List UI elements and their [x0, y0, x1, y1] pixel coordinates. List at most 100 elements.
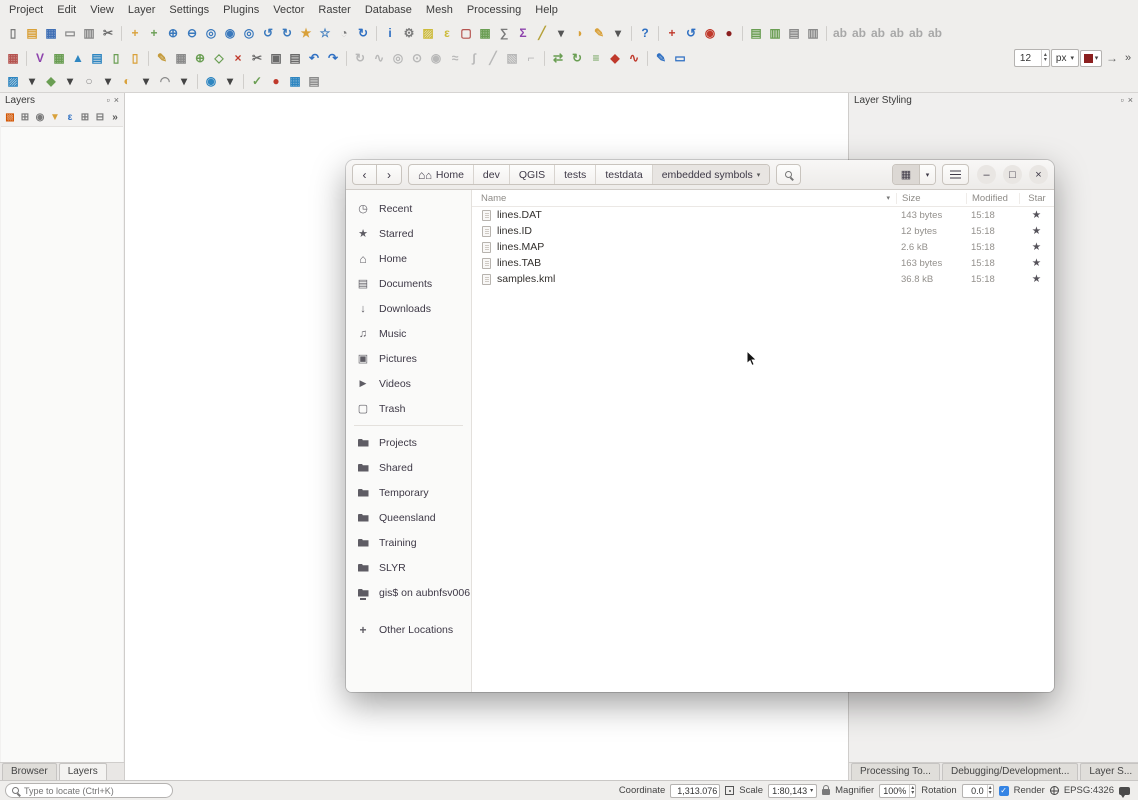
- redo-icon[interactable]: ↷: [324, 49, 342, 67]
- sidebar-item-recent[interactable]: Recent: [346, 196, 471, 221]
- zoom-out-icon[interactable]: ⊖: [183, 24, 201, 42]
- breadcrumb-qgis[interactable]: QGIS: [510, 165, 555, 184]
- close-panel-icon[interactable]: ×: [114, 96, 119, 105]
- fill-ring-icon[interactable]: ◉: [427, 49, 445, 67]
- column-modified[interactable]: Modified: [966, 193, 1019, 204]
- deselect-all-icon[interactable]: ▢: [457, 24, 475, 42]
- chevron-down-icon[interactable]: ▾: [23, 72, 41, 90]
- expand-all-icon[interactable]: ⊞: [78, 110, 92, 124]
- sidebar-item-documents[interactable]: Documents: [346, 271, 471, 296]
- stepper-arrows[interactable]: ▴ ▾: [909, 785, 915, 797]
- cut-features-icon[interactable]: ✂: [248, 49, 266, 67]
- rotate-point-symbols-icon[interactable]: ↻: [568, 49, 586, 67]
- breadcrumb-home[interactable]: ⌂ Home: [409, 165, 474, 184]
- crs-icon[interactable]: [1050, 786, 1059, 795]
- menu-button[interactable]: [942, 164, 969, 185]
- menu-help[interactable]: Help: [528, 2, 565, 18]
- paste-features-icon[interactable]: ▤: [286, 49, 304, 67]
- minimize-button[interactable]: –: [977, 165, 996, 184]
- table-row[interactable]: lines.TAB 163 bytes 15:18 ★: [472, 255, 1054, 271]
- table-row[interactable]: samples.kml 36.8 kB 15:18 ★: [472, 271, 1054, 287]
- sidebar-item-training[interactable]: Training: [346, 530, 471, 555]
- magnifier-spinbox[interactable]: 100% ▴ ▾: [879, 784, 916, 798]
- trim-extend-icon[interactable]: ⌐: [522, 49, 540, 67]
- menu-view[interactable]: View: [83, 2, 121, 18]
- overflow-icon[interactable]: »: [108, 110, 122, 124]
- simplify-feature-icon[interactable]: ∿: [370, 49, 388, 67]
- spin-down-icon[interactable]: ▾: [989, 791, 992, 796]
- star-icon[interactable]: ★: [1019, 225, 1054, 237]
- layers-tree[interactable]: [1, 126, 123, 762]
- crs-status-button[interactable]: EPSG:4326: [1064, 785, 1114, 796]
- new-bookmark-icon[interactable]: ★: [297, 24, 315, 42]
- spin-down-icon[interactable]: ▾: [1044, 58, 1047, 63]
- sidebar-item-home[interactable]: Home: [346, 246, 471, 271]
- menu-mesh[interactable]: Mesh: [419, 2, 460, 18]
- sidebar-item-starred[interactable]: Starred: [346, 221, 471, 246]
- save-edits-icon[interactable]: ▦: [172, 49, 190, 67]
- sidebar-item-shared[interactable]: Shared: [346, 455, 471, 480]
- rotation-spinbox[interactable]: 0.0 ▴ ▾: [962, 784, 994, 798]
- add-ring-icon[interactable]: ◎: [389, 49, 407, 67]
- sidebar-item-downloads[interactable]: Downloads: [346, 296, 471, 321]
- add-raster-layer-icon[interactable]: ▦: [50, 49, 68, 67]
- highlight-labels-icon[interactable]: ab: [869, 24, 887, 42]
- new-geopackage-icon[interactable]: ▯: [107, 49, 125, 67]
- zoom-next-icon[interactable]: ↻: [278, 24, 296, 42]
- measure-line-icon[interactable]: ╱: [533, 24, 551, 42]
- new-project-icon[interactable]: ▯: [4, 24, 22, 42]
- form-annotation-icon[interactable]: ▭: [671, 49, 689, 67]
- sidebar-item-queensland[interactable]: Queensland: [346, 505, 471, 530]
- chevron-down-icon[interactable]: ▾: [137, 72, 155, 90]
- sidebar-item-projects[interactable]: Projects: [346, 430, 471, 455]
- select-features-icon[interactable]: ▨: [419, 24, 437, 42]
- star-icon[interactable]: ★: [1019, 209, 1054, 221]
- copy-features-icon[interactable]: ▣: [267, 49, 285, 67]
- font-size-stepper[interactable]: 12 ▴ ▾: [1014, 49, 1050, 67]
- move-feature-icon[interactable]: ⇄: [549, 49, 567, 67]
- profile-tool-icon[interactable]: ◉: [701, 24, 719, 42]
- dock-tab[interactable]: Browser: [2, 763, 57, 780]
- star-icon[interactable]: ★: [1019, 257, 1054, 269]
- chevron-down-icon[interactable]: ▾: [552, 24, 570, 42]
- style-manager-icon[interactable]: ✂: [99, 24, 117, 42]
- undo-history-icon[interactable]: ↺: [682, 24, 700, 42]
- menu-settings[interactable]: Settings: [162, 2, 216, 18]
- locator-search[interactable]: [5, 783, 173, 798]
- rotate-feature-icon[interactable]: ↻: [351, 49, 369, 67]
- multiedit-attributes-icon[interactable]: ≡: [587, 49, 605, 67]
- map-tips-icon[interactable]: ◗: [571, 24, 589, 42]
- column-size[interactable]: Size: [896, 193, 966, 204]
- reshape-features-icon[interactable]: ∫: [465, 49, 483, 67]
- sidebar-item-videos[interactable]: Videos: [346, 371, 471, 396]
- coordinate-input[interactable]: [673, 786, 717, 796]
- add-feature-icon[interactable]: ⊕: [191, 49, 209, 67]
- close-panel-icon[interactable]: ×: [1128, 96, 1133, 105]
- menu-raster[interactable]: Raster: [311, 2, 357, 18]
- star-icon[interactable]: ★: [1019, 273, 1054, 285]
- open-project-icon[interactable]: ▤: [23, 24, 41, 42]
- vertex-tool-icon[interactable]: ◇: [210, 49, 228, 67]
- first-aid-icon[interactable]: +: [663, 24, 681, 42]
- offset-curve-icon[interactable]: ≈: [446, 49, 464, 67]
- error-inspector-icon[interactable]: ●: [267, 72, 285, 90]
- toggle-editing-icon[interactable]: ✎: [153, 49, 171, 67]
- search-button[interactable]: [776, 164, 801, 185]
- chevron-down-icon[interactable]: ▾: [175, 72, 193, 90]
- maximize-button[interactable]: □: [1003, 165, 1022, 184]
- collapse-all-icon[interactable]: ⊟: [93, 110, 107, 124]
- change-label-icon[interactable]: ab: [926, 24, 944, 42]
- font-color-button[interactable]: ▾: [1080, 50, 1102, 67]
- add-part-icon[interactable]: ⊙: [408, 49, 426, 67]
- sidebar-item-music[interactable]: Music: [346, 321, 471, 346]
- sidebar-item-other-locations[interactable]: Other Locations: [346, 617, 471, 642]
- label-toolbar-icon[interactable]: ab: [831, 24, 849, 42]
- locator-input[interactable]: [24, 786, 166, 796]
- menu-edit[interactable]: Edit: [50, 2, 83, 18]
- snapping-options-icon[interactable]: ◆: [606, 49, 624, 67]
- pan-map-icon[interactable]: +: [126, 24, 144, 42]
- chevron-down-icon[interactable]: ▾: [99, 72, 117, 90]
- star-icon[interactable]: ★: [1019, 241, 1054, 253]
- save-project-icon[interactable]: ▦: [42, 24, 60, 42]
- sort-indicator-icon[interactable]: ▾: [886, 194, 890, 202]
